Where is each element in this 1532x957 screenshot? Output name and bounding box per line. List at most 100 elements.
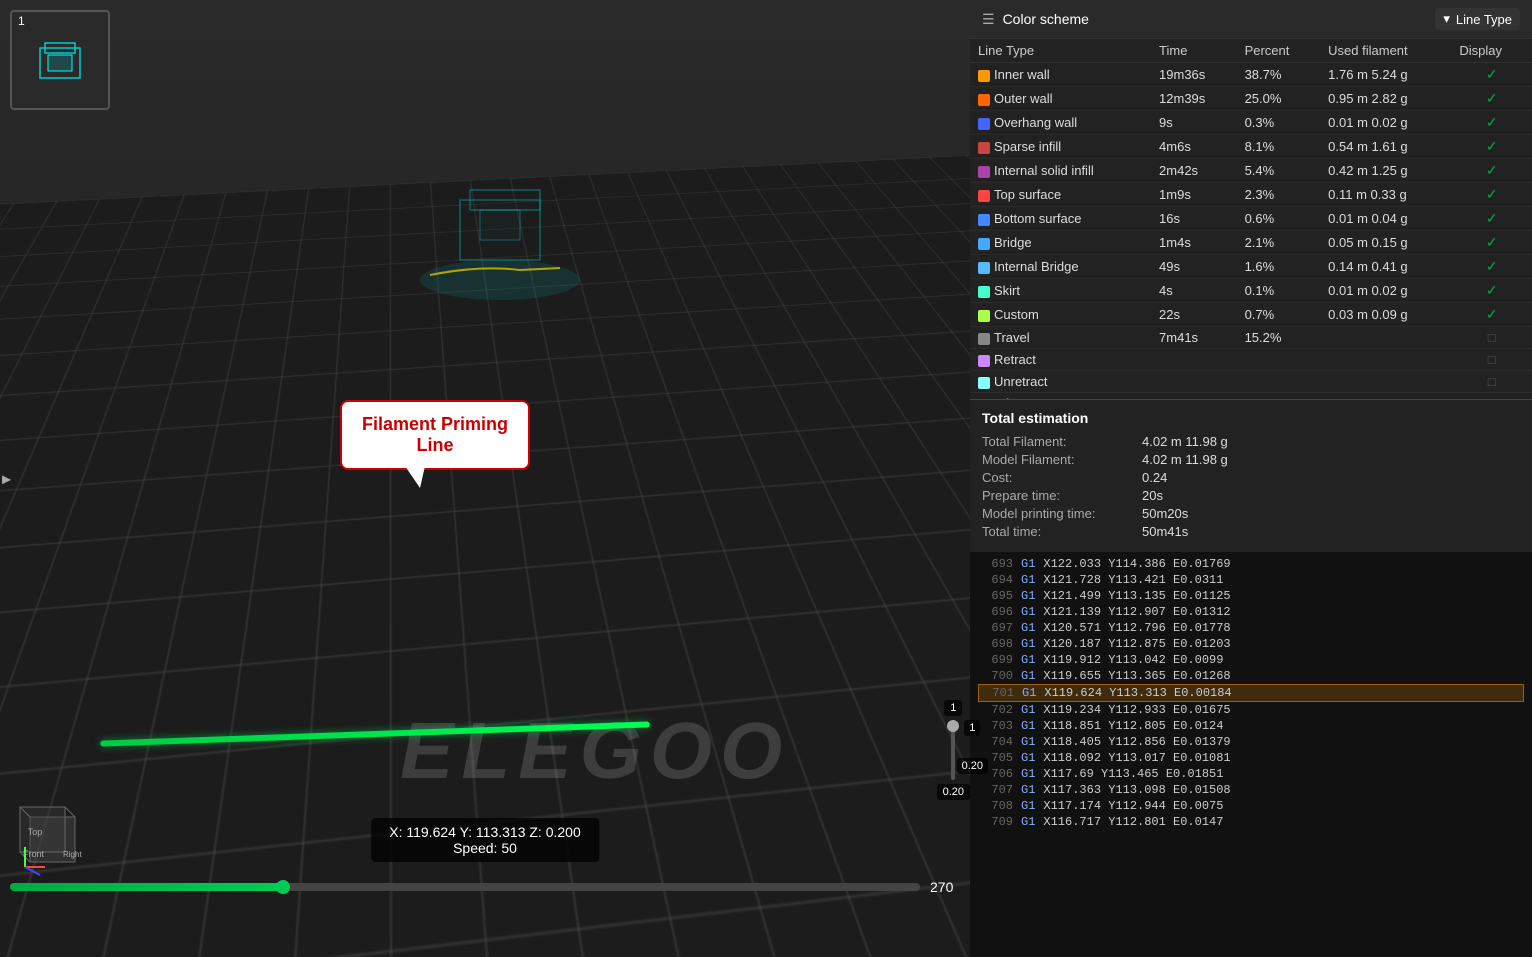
gcode-line-number: 709 xyxy=(978,815,1013,829)
table-row[interactable]: Bottom surface16s0.6%0.01 m 0.04 g✓ xyxy=(970,207,1532,231)
line-type-filament: 0.01 m 0.04 g xyxy=(1320,207,1451,231)
estimation-value: 4.02 m 11.98 g xyxy=(1142,434,1228,449)
progress-bar-background[interactable] xyxy=(10,883,920,891)
line-type-color-swatch xyxy=(978,190,990,202)
check-icon: ✓ xyxy=(1486,138,1498,154)
color-scheme-title: Color scheme xyxy=(1003,11,1428,27)
progress-value: 270 xyxy=(930,879,960,895)
table-row[interactable]: Outer wall12m39s25.0%0.95 m 2.82 g✓ xyxy=(970,87,1532,111)
table-row[interactable]: Custom22s0.7%0.03 m 0.09 g✓ xyxy=(970,303,1532,327)
line-type-time: 16s xyxy=(1151,207,1237,231)
line-type-percent: 2.1% xyxy=(1237,231,1321,255)
layer-slider-track[interactable] xyxy=(951,720,955,780)
line-type-dropdown[interactable]: ▾ Line Type xyxy=(1435,8,1520,30)
layer-bottom-value: 0.20 xyxy=(937,784,970,800)
progress-thumb[interactable] xyxy=(276,880,290,894)
model-thumbnail[interactable]: 1 xyxy=(10,10,110,110)
line-type-display-checkbox[interactable]: ✓ xyxy=(1451,111,1532,135)
line-type-table-container[interactable]: Line Type Time Percent Used filament Dis… xyxy=(970,39,1532,399)
line-type-color-swatch xyxy=(978,286,990,298)
color-scheme-icon: ☰ xyxy=(982,11,995,28)
line-type-filament: 0.95 m 2.82 g xyxy=(1320,87,1451,111)
gcode-command: G1 xyxy=(1021,815,1035,829)
gcode-line: 709G1X116.717 Y112.801 E0.0147 xyxy=(978,814,1524,830)
col-header-display: Display xyxy=(1451,39,1532,63)
estimation-value: 0.24 xyxy=(1142,470,1167,485)
estimation-row: Total time:50m41s xyxy=(982,524,1520,539)
line-type-display-checkbox[interactable]: ✓ xyxy=(1451,255,1532,279)
line-type-name-cell: Internal Bridge xyxy=(970,255,1151,279)
line-type-display-checkbox[interactable]: ✓ xyxy=(1451,135,1532,159)
gcode-line: 697G1X120.571 Y112.796 E0.01778 xyxy=(978,620,1524,636)
table-row[interactable]: Travel7m41s15.2%□ xyxy=(970,327,1532,349)
gcode-line-number: 708 xyxy=(978,799,1013,813)
gcode-line: 703G1X118.851 Y112.805 E0.0124 xyxy=(978,718,1524,734)
check-icon: ✓ xyxy=(1486,162,1498,178)
estimation-row: Prepare time:20s xyxy=(982,488,1520,503)
line-type-filament: 0.54 m 1.61 g xyxy=(1320,135,1451,159)
table-row[interactable]: Unretract □ xyxy=(970,371,1532,393)
table-row[interactable]: Retract□ xyxy=(970,349,1532,371)
filament-priming-tooltip: Filament Priming Line xyxy=(340,400,530,470)
right-panel: ☰ Color scheme ▾ Line Type Line Type Tim… xyxy=(970,0,1532,957)
gcode-coordinates: X120.571 Y112.796 E0.01778 xyxy=(1043,621,1230,635)
uncheck-icon: □ xyxy=(1488,330,1496,345)
gcode-command: G1 xyxy=(1021,767,1035,781)
uncheck-icon: □ xyxy=(1488,374,1496,389)
line-type-time: 1m9s xyxy=(1151,183,1237,207)
gcode-line-number: 695 xyxy=(978,589,1013,603)
line-type-name-cell: Unretract xyxy=(970,371,1151,393)
table-row[interactable]: Top surface1m9s2.3%0.11 m 0.33 g✓ xyxy=(970,183,1532,207)
table-row[interactable]: Inner wall19m36s38.7%1.76 m 5.24 g✓ xyxy=(970,63,1532,87)
line-type-filament: 0.01 m 0.02 g xyxy=(1320,279,1451,303)
line-type-filament: 0.05 m 0.15 g xyxy=(1320,231,1451,255)
line-type-display-checkbox[interactable]: ✓ xyxy=(1451,159,1532,183)
estimation-value: 4.02 m 11.98 g xyxy=(1142,452,1228,467)
line-type-display-checkbox[interactable]: ✓ xyxy=(1451,279,1532,303)
gcode-coordinates: X121.728 Y113.421 E0.0311 xyxy=(1043,573,1223,587)
line-type-time: 4m6s xyxy=(1151,135,1237,159)
gcode-command: G1 xyxy=(1021,653,1035,667)
line-type-color-swatch xyxy=(978,377,990,389)
coord-text: X: 119.624 Y: 113.313 Z: 0.200 xyxy=(389,824,581,840)
line-type-display-checkbox[interactable]: ✓ xyxy=(1451,87,1532,111)
line-type-display-checkbox[interactable]: ✓ xyxy=(1451,63,1532,87)
line-type-display-checkbox[interactable]: ✓ xyxy=(1451,207,1532,231)
table-row[interactable]: Internal Bridge49s1.6%0.14 m 0.41 g✓ xyxy=(970,255,1532,279)
gcode-command: G1 xyxy=(1021,637,1035,651)
table-row[interactable]: Internal solid infill2m42s5.4%0.42 m 1.2… xyxy=(970,159,1532,183)
gcode-panel[interactable]: 693G1X122.033 Y114.386 E0.01769694G1X121… xyxy=(970,552,1532,957)
gcode-line-number: 696 xyxy=(978,605,1013,619)
progress-bar-fill xyxy=(10,883,283,891)
3d-viewport[interactable]: ELEGOO Filament Priming Line 1 xyxy=(0,0,970,957)
table-row[interactable]: Overhang wall9s0.3%0.01 m 0.02 g✓ xyxy=(970,111,1532,135)
table-row[interactable]: Bridge1m4s2.1%0.05 m 0.15 g✓ xyxy=(970,231,1532,255)
line-type-display-checkbox[interactable]: □ xyxy=(1451,371,1532,393)
line-type-name-cell: Outer wall xyxy=(970,87,1151,111)
line-type-display-checkbox[interactable]: ✓ xyxy=(1451,303,1532,327)
line-type-name-cell: Inner wall xyxy=(970,63,1151,87)
gcode-line[interactable]: 701G1X119.624 Y113.313 E0.00184 xyxy=(978,684,1524,702)
dropdown-label: Line Type xyxy=(1456,12,1512,27)
gcode-line: 695G1X121.499 Y113.135 E0.01125 xyxy=(978,588,1524,604)
progress-bar-container[interactable]: 270 xyxy=(0,877,970,897)
estimation-value: 20s xyxy=(1142,488,1163,503)
estimation-label: Cost: xyxy=(982,470,1142,485)
line-type-name-cell: Top surface xyxy=(970,183,1151,207)
line-type-display-checkbox[interactable]: ✓ xyxy=(1451,183,1532,207)
line-type-percent: 0.7% xyxy=(1237,303,1321,327)
collapse-arrow-icon[interactable]: ▸ xyxy=(2,468,11,489)
gcode-coordinates: X120.187 Y112.875 E0.01203 xyxy=(1043,637,1230,651)
gcode-line-number: 694 xyxy=(978,573,1013,587)
line-type-percent: 15.2% xyxy=(1237,327,1321,349)
gcode-command: G1 xyxy=(1021,783,1035,797)
table-row[interactable]: Skirt4s0.1%0.01 m 0.02 g✓ xyxy=(970,279,1532,303)
table-row[interactable]: Sparse infill4m6s8.1%0.54 m 1.61 g✓ xyxy=(970,135,1532,159)
line-type-display-checkbox[interactable]: □ xyxy=(1451,349,1532,371)
gcode-command: G1 xyxy=(1022,686,1036,700)
gcode-command: G1 xyxy=(1021,589,1035,603)
gcode-coordinates: X118.092 Y113.017 E0.01081 xyxy=(1043,751,1230,765)
line-type-display-checkbox[interactable]: ✓ xyxy=(1451,231,1532,255)
line-type-display-checkbox[interactable]: □ xyxy=(1451,327,1532,349)
line-type-percent: 0.1% xyxy=(1237,279,1321,303)
